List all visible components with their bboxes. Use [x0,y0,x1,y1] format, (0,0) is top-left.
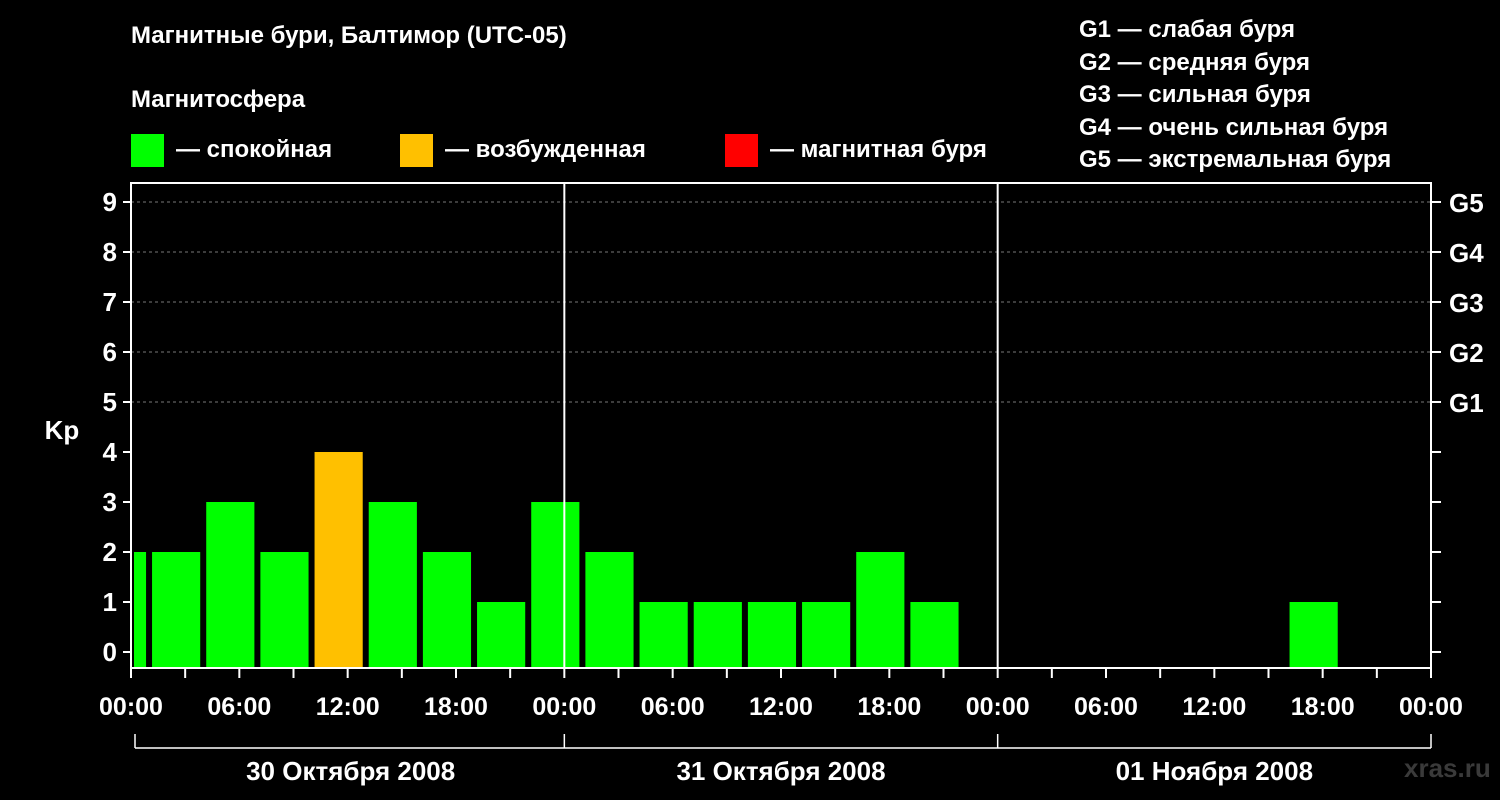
y-tick-label: 1 [103,587,117,617]
kp-bar [802,602,851,668]
y-tick-label: 0 [103,637,117,667]
x-tick-label: 12:00 [749,693,813,721]
y-tick-label: 2 [103,537,117,567]
kp-bar [152,552,201,668]
y-tick-label: 9 [103,187,117,217]
day-label: 30 Октября 2008 [246,756,455,786]
x-tick-label: 00:00 [532,693,596,721]
x-tick-label: 06:00 [641,693,705,721]
kp-bar [206,502,255,668]
kp-bar [693,602,742,668]
day-label: 01 Ноября 2008 [1116,756,1313,786]
x-tick-label: 00:00 [966,693,1030,721]
x-tick-label: 18:00 [857,693,921,721]
y-tick-label: 3 [103,487,117,517]
g-level-label: G2 [1449,338,1484,368]
axis-layer: 0 1 2 3 4 5 6 7 8 9 G1 G2 G3 G4 G5 00:00 06:00 12:00 18:00… [99,182,1484,786]
kp-bar [477,602,526,668]
y-axis-label: Kp [45,415,80,445]
kp-bar [368,502,417,668]
bar-layer [134,452,1338,668]
y-tick-label: 5 [103,387,117,417]
x-tick-label: 06:00 [1074,693,1138,721]
kp-bar [1289,602,1338,668]
x-tick-label: 12:00 [316,693,380,721]
kp-bar-chart: 0 1 2 3 4 5 6 7 8 9 G1 G2 G3 G4 G5 00:00 06:00 12:00 18:00… [45,182,1484,786]
watermark: xras.ru [1404,753,1491,783]
x-tick-label: 18:00 [424,693,488,721]
g-level-label: G5 [1449,188,1484,218]
x-tick-label: 00:00 [1399,693,1463,721]
kp-bar [639,602,688,668]
kp-bar [260,552,309,668]
x-tick-label: 06:00 [207,693,271,721]
g-level-label: G4 [1449,238,1484,268]
grid-layer [131,201,1431,403]
y-tick-label: 6 [103,337,117,367]
kp-bar [747,602,797,668]
x-tick-label: 00:00 [99,693,163,721]
kp-bar [314,452,363,668]
kp-bar [910,602,959,668]
kp-bar [585,552,634,668]
kp-bar [422,552,472,668]
kp-bar [856,552,905,668]
day-label: 31 Октября 2008 [676,756,885,786]
x-tick-label: 12:00 [1182,693,1246,721]
kp-bar [134,552,147,668]
y-tick-label: 4 [103,437,118,467]
kp-bar [531,502,580,668]
g-level-label: G1 [1449,388,1484,418]
x-tick-label: 18:00 [1291,693,1355,721]
g-level-label: G3 [1449,288,1484,318]
y-tick-label: 7 [103,287,117,317]
y-tick-label: 8 [103,237,117,267]
